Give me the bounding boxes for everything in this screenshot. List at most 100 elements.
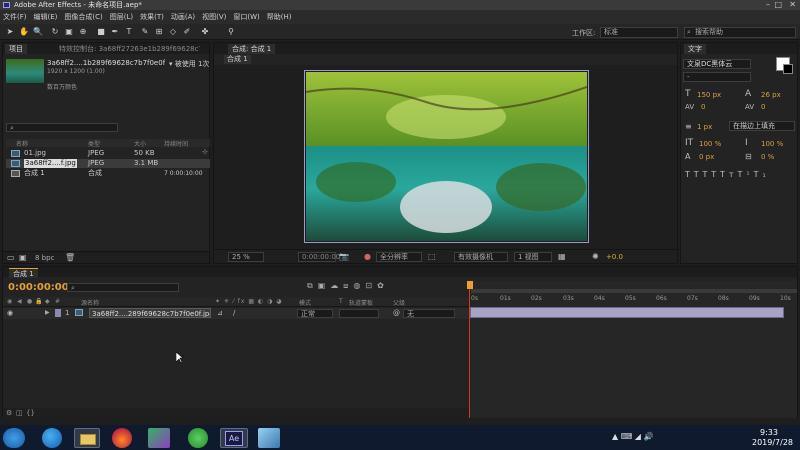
after-effects-taskbar-button[interactable]: Ae — [220, 428, 248, 448]
workspace-select[interactable]: 标准 — [600, 27, 678, 38]
new-composition-icon[interactable]: ▣ — [19, 253, 27, 262]
leading-value[interactable]: 26 px — [761, 91, 781, 99]
all-caps-icon[interactable]: TT — [703, 170, 721, 179]
column-name[interactable]: 名称 — [16, 139, 28, 148]
fast-preview-icon[interactable]: ▦ — [558, 252, 566, 261]
baseline-shift-value[interactable]: 0 px — [699, 153, 714, 161]
playhead-icon[interactable] — [467, 281, 473, 289]
column-parent[interactable]: 父级 — [393, 298, 405, 307]
brush-tool-icon[interactable]: ✎ — [140, 27, 150, 37]
rotate-tool-icon[interactable]: ↻ — [50, 27, 60, 37]
work-area-bar[interactable] — [471, 289, 797, 293]
tab-project[interactable]: 项目 — [5, 44, 27, 54]
views-select[interactable]: 1 视图 — [514, 252, 552, 262]
color-channel-icon[interactable]: ● — [364, 252, 371, 261]
clock-time[interactable]: 9:33 — [760, 428, 778, 437]
layer-name[interactable]: 3a68ff2....289f69628c7b7f0e0f.jpg — [89, 308, 211, 318]
project-search-input[interactable]: ⌕ — [6, 123, 118, 132]
toggle-in-out-icon[interactable]: {} — [26, 409, 35, 417]
exposure-icon[interactable]: ✺ — [592, 252, 599, 261]
layer-visibility-icon[interactable]: ◉ — [7, 309, 13, 317]
tab-timeline-comp[interactable]: 合成 1 — [9, 268, 38, 278]
layer-parent-select[interactable]: 无 — [403, 309, 455, 318]
comp-flowchart-icon[interactable]: ▣ — [318, 281, 331, 290]
column-track-matte[interactable]: 轨道蒙板 — [349, 298, 373, 307]
tab-composition[interactable]: 合成: 合成 1 — [228, 44, 276, 54]
font-style-select[interactable]: - — [683, 72, 751, 82]
exposure-value[interactable]: +0.0 — [606, 253, 623, 261]
layer-row[interactable]: ◉ ▶ 1 3a68ff2....289f69628c7b7f0e0f.jpg … — [3, 308, 469, 319]
column-preserve-transparency[interactable]: T — [339, 298, 343, 305]
visibility-icon[interactable]: ◉ — [7, 298, 12, 305]
pen-tool-icon[interactable]: ✒ — [110, 27, 120, 37]
shy-layers-icon[interactable]: ☁ — [330, 281, 343, 290]
column-type[interactable]: 类型 — [88, 139, 100, 148]
rectangle-tool-icon[interactable]: ■ — [96, 27, 106, 37]
viewer-timecode[interactable]: 0:00:00:00 — [298, 252, 340, 262]
column-mode[interactable]: 模式 — [299, 298, 311, 307]
label-icon[interactable]: ◆ — [45, 298, 50, 305]
solo-icon[interactable]: ● — [27, 298, 32, 305]
start-button[interactable] — [3, 428, 25, 448]
region-of-interest-icon[interactable]: ⬚ — [428, 252, 436, 261]
menu-help[interactable]: 帮助(H) — [267, 12, 292, 22]
draft-3d-icon[interactable]: ⧉ — [307, 281, 318, 290]
tab-character[interactable]: 文字 — [684, 44, 706, 54]
timeline-timecode[interactable]: 0:00:00:00 — [8, 282, 69, 293]
layer-track-matte-select[interactable] — [339, 309, 379, 318]
anchor-tool-icon[interactable]: ⚲ — [226, 27, 236, 37]
audio-icon[interactable]: ◀ — [17, 298, 22, 305]
time-ruler[interactable]: 0s 01s 02s 03s 04s 05s 06s 07s 08s 09s 1… — [471, 281, 797, 307]
timeline-search-input[interactable]: ⌕ — [67, 283, 179, 292]
minimize-button[interactable]: – — [766, 0, 770, 10]
trash-icon[interactable]: 🗑 — [65, 253, 75, 262]
motion-blur-icon[interactable]: ◍ — [353, 281, 365, 290]
subscript-icon[interactable]: T₁ — [754, 170, 770, 179]
explorer-icon[interactable] — [74, 428, 100, 448]
timeline-track-area[interactable] — [471, 308, 797, 418]
frame-blending-icon[interactable]: ⧈ — [343, 281, 353, 290]
faux-bold-icon[interactable]: T — [685, 170, 694, 179]
maximize-button[interactable]: □ — [774, 0, 782, 10]
toggle-switches-icon[interactable]: ⚙ — [6, 409, 12, 417]
graph-editor-icon[interactable]: ⊡ — [365, 281, 377, 290]
puppet-tool-icon[interactable]: ✤ — [200, 27, 210, 37]
firefox-icon[interactable] — [112, 428, 132, 448]
superscript-icon[interactable]: T¹ — [738, 170, 754, 179]
clone-tool-icon[interactable]: ⊞ — [154, 27, 164, 37]
menu-window[interactable]: 窗口(W) — [233, 12, 259, 22]
faux-italic-icon[interactable]: T — [694, 170, 703, 179]
search-help-input[interactable]: ⌕ 搜索帮助 — [684, 27, 796, 38]
zoom-tool-icon[interactable]: 🔍 — [33, 27, 43, 37]
font-size-value[interactable]: 150 px — [697, 91, 721, 99]
menu-composition[interactable]: 图像合成(C) — [64, 12, 102, 22]
toggle-modes-icon[interactable]: ◫ — [16, 409, 23, 417]
quality-switch-icon[interactable]: / — [233, 309, 235, 317]
camera-select[interactable]: 有效摄像机 — [454, 252, 508, 262]
clock-date[interactable]: 2019/7/28 — [752, 438, 793, 447]
stroke-width-value[interactable]: 1 px — [697, 123, 712, 131]
small-caps-icon[interactable]: Tт — [720, 170, 738, 179]
layer-label-color[interactable] — [55, 309, 61, 317]
selection-tool-icon[interactable]: ➤ — [5, 27, 15, 37]
font-family-select[interactable]: 文泉DC黑体云 — [683, 59, 751, 69]
project-item-row[interactable]: 01.jpg JPEG 50 KB — [6, 149, 210, 158]
column-source-name[interactable]: 源名称 — [81, 298, 99, 307]
column-duration[interactable]: 持续时间 — [164, 139, 188, 148]
project-item-row[interactable]: 3a68ff2....f.jpg JPEG 3.1 MB — [6, 159, 210, 168]
app-icon[interactable] — [258, 428, 280, 448]
stroke-mode-select[interactable]: 在描边上填充 — [729, 121, 795, 131]
stroke-color-swatch[interactable] — [783, 64, 793, 74]
camtasia-icon[interactable] — [148, 428, 170, 448]
close-button[interactable]: ✕ — [789, 0, 796, 10]
text-tool-icon[interactable]: T — [124, 27, 134, 37]
menu-edit[interactable]: 编辑(E) — [34, 12, 58, 22]
menu-animation[interactable]: 动画(A) — [171, 12, 195, 22]
layer-mode-select[interactable]: 正常 — [297, 309, 333, 318]
ie-icon[interactable] — [42, 428, 62, 448]
roto-brush-tool-icon[interactable]: ✐ — [182, 27, 192, 37]
brainstorm-icon[interactable]: ✿ — [377, 281, 389, 290]
tab-effect-controls[interactable]: 特效控制台: 3a68ff27263e1b289f69628c7b7f0e0f.… — [55, 44, 200, 54]
menu-effect[interactable]: 效果(T) — [140, 12, 164, 22]
project-item-row[interactable]: 合成 1 合成 7 0:00:10:00 — [6, 169, 210, 178]
